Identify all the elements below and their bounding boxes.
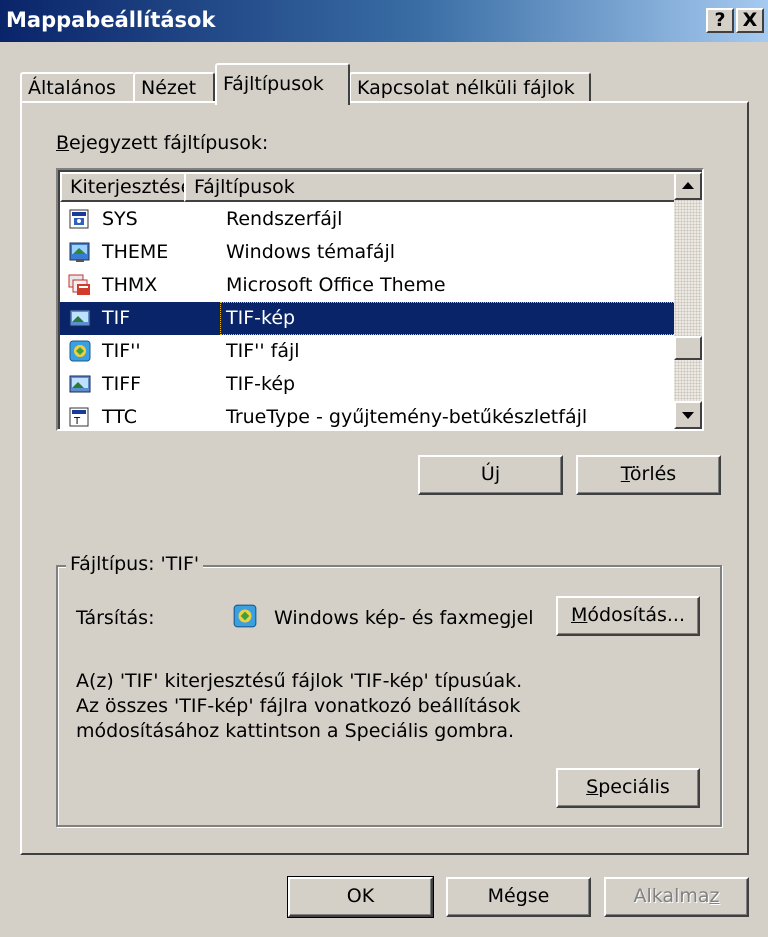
scroll-down-button[interactable] (674, 401, 702, 429)
scrollbar-thumb[interactable] (674, 336, 702, 360)
list-item[interactable]: THMX Microsoft Office Theme (60, 269, 682, 302)
extension: THMX (102, 274, 158, 296)
new-button[interactable]: Új (418, 455, 563, 495)
vertical-scrollbar[interactable] (674, 172, 702, 429)
description-line: Az összes 'TIF-kép' fájlra vonatkozó beá… (76, 695, 521, 717)
file-type: Microsoft Office Theme (226, 274, 446, 296)
cancel-button[interactable]: Mégse (446, 877, 591, 917)
delete-button[interactable]: Törlés (576, 455, 721, 495)
list-item[interactable]: T TTC TrueType - gyűjtemény-betűkészletf… (60, 401, 682, 429)
ok-button[interactable]: OK (287, 876, 434, 918)
list-item[interactable]: TIF'' TIF'' fájl (60, 335, 682, 368)
change-button[interactable]: Módosítás... (556, 596, 700, 636)
extension: TIFF (102, 373, 142, 395)
description-line: módosításához kattintson a Speciális gom… (76, 720, 515, 742)
file-type: TIF'' fájl (226, 340, 300, 362)
advanced-button[interactable]: Speciális (556, 768, 700, 808)
image-file-icon (69, 375, 91, 393)
arrow-up-icon (682, 182, 694, 189)
opens-with-app: Windows kép- és faxmegjel (274, 607, 534, 629)
svg-text:T: T (73, 416, 81, 427)
arrow-down-icon (682, 412, 694, 419)
list-item[interactable]: SYS Rendszerfájl (60, 203, 682, 236)
system-file-icon (69, 209, 89, 229)
scroll-up-button[interactable] (674, 172, 702, 200)
image-file-icon (69, 309, 91, 327)
list-item-selected[interactable]: TIF TIF-kép (60, 302, 682, 335)
extension: TIF (102, 307, 131, 329)
fax-viewer-icon (233, 604, 257, 628)
column-header-file-types[interactable]: Fájltípusok (184, 172, 684, 202)
column-header-extensions[interactable]: Kiterjesztések (60, 172, 203, 202)
opens-with-label: Társítás: (76, 607, 155, 629)
registered-file-types-label: Bejegyzett fájltípusok: (56, 132, 269, 154)
apply-button[interactable]: Alkalmaz (604, 877, 749, 917)
extension: TIF'' (102, 340, 141, 362)
extension: THEME (102, 241, 169, 263)
file-type: TrueType - gyűjtemény-betűkészletfájl (226, 406, 588, 428)
office-theme-icon (68, 274, 90, 295)
file-type: Windows témafájl (226, 241, 396, 263)
theme-file-icon (69, 242, 90, 262)
file-types-list[interactable]: Kiterjesztések Fájltípusok SYS Rendszerf… (56, 168, 704, 431)
font-file-icon: T (69, 407, 89, 427)
fax-viewer-icon (69, 340, 91, 362)
extension: SYS (102, 208, 138, 230)
extension: TTC (102, 406, 138, 428)
file-type: TIF-kép (226, 307, 296, 329)
list-item[interactable]: TIFF TIF-kép (60, 368, 682, 401)
group-title: Fájltípus: 'TIF' (66, 553, 204, 575)
file-type: TIF-kép (226, 373, 296, 395)
file-type: Rendszerfájl (226, 208, 343, 230)
list-item[interactable]: THEME Windows témafájl (60, 236, 682, 269)
description-line: A(z) 'TIF' kiterjesztésű fájlok 'TIF-kép… (76, 670, 523, 692)
